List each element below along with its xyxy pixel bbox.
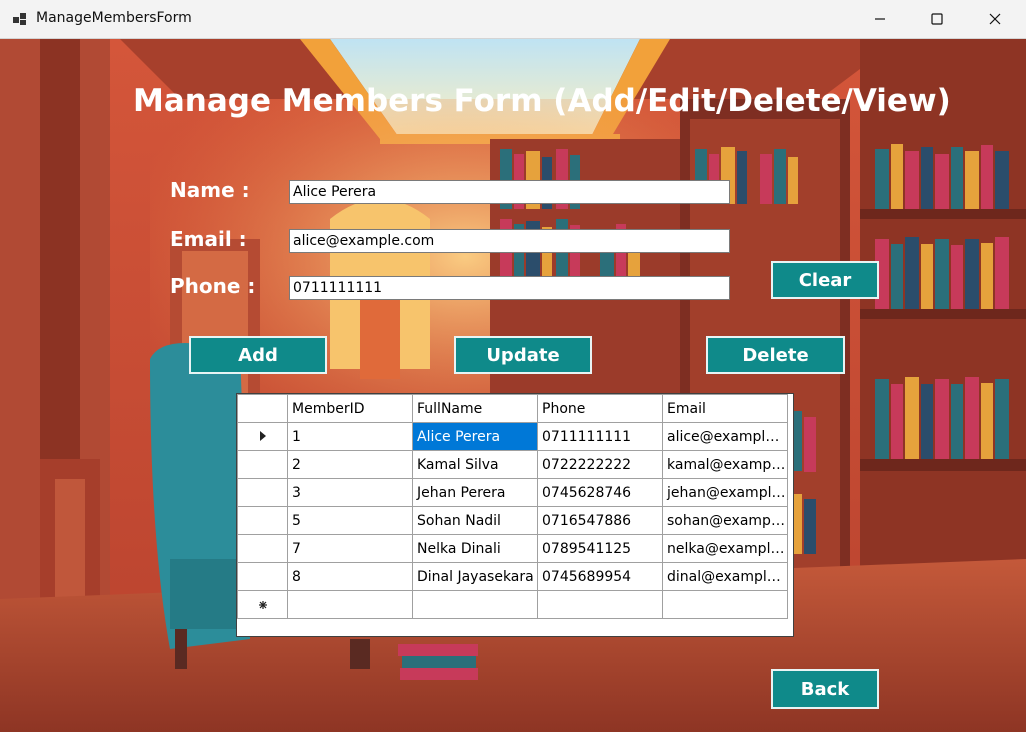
cell-memberid[interactable]: 2 xyxy=(287,450,413,479)
cell-fullname[interactable]: Nelka Dinali xyxy=(412,534,538,563)
row-header[interactable] xyxy=(237,562,288,591)
back-button[interactable]: Back xyxy=(771,669,879,709)
maximize-button[interactable] xyxy=(908,0,966,38)
table-row[interactable]: 1 Alice Perera 0711111111 alice@example.… xyxy=(237,422,788,451)
row-header[interactable] xyxy=(237,422,288,451)
cell-email[interactable]: kamal@example.com xyxy=(662,450,788,479)
new-cell-phone[interactable] xyxy=(537,590,663,619)
add-button[interactable]: Add xyxy=(189,336,327,374)
cell-phone[interactable]: 0716547886 xyxy=(537,506,663,535)
table-row[interactable]: 5 Sohan Nadil 0716547886 sohan@example.c… xyxy=(237,506,788,535)
cell-fullname[interactable]: Dinal Jayasekara xyxy=(412,562,538,591)
cell-phone[interactable]: 0722222222 xyxy=(537,450,663,479)
column-header-memberid[interactable]: MemberID xyxy=(287,394,413,423)
delete-button[interactable]: Delete xyxy=(706,336,845,374)
row-pointer-icon xyxy=(259,430,266,441)
table-row[interactable]: 8 Dinal Jayasekara 0745689954 dinal@exam… xyxy=(237,562,788,591)
close-icon xyxy=(989,13,1001,25)
members-grid[interactable]: MemberID FullName Phone Email 1 Alice Pe… xyxy=(236,393,794,637)
row-header[interactable] xyxy=(237,590,288,619)
row-header-corner[interactable] xyxy=(237,394,288,423)
cell-phone[interactable]: 0789541125 xyxy=(537,534,663,563)
cell-email[interactable]: alice@example.com xyxy=(662,422,788,451)
row-header[interactable] xyxy=(237,478,288,507)
row-header[interactable] xyxy=(237,450,288,479)
window-title: ManageMembersForm xyxy=(36,10,192,26)
name-input[interactable] xyxy=(289,180,730,204)
cell-memberid[interactable]: 1 xyxy=(287,422,413,451)
table-row[interactable]: 2 Kamal Silva 0722222222 kamal@example.c… xyxy=(237,450,788,479)
phone-input[interactable] xyxy=(289,276,730,300)
name-label: Name : xyxy=(170,178,250,202)
cell-fullname[interactable]: Kamal Silva xyxy=(412,450,538,479)
cell-email[interactable]: nelka@example.com xyxy=(662,534,788,563)
row-header[interactable] xyxy=(237,506,288,535)
table-row[interactable]: 7 Nelka Dinali 0789541125 nelka@example.… xyxy=(237,534,788,563)
phone-label: Phone : xyxy=(170,274,256,298)
window-titlebar: ManageMembersForm xyxy=(0,0,1026,39)
new-row[interactable] xyxy=(237,590,788,619)
cell-memberid[interactable]: 8 xyxy=(287,562,413,591)
new-row-asterisk-icon xyxy=(258,600,267,609)
column-header-phone[interactable]: Phone xyxy=(537,394,663,423)
new-cell-fullname[interactable] xyxy=(412,590,538,619)
cell-email[interactable]: sohan@example.com xyxy=(662,506,788,535)
cell-phone[interactable]: 0745628746 xyxy=(537,478,663,507)
column-header-email[interactable]: Email xyxy=(662,394,788,423)
cell-phone[interactable]: 0745689954 xyxy=(537,562,663,591)
email-input[interactable] xyxy=(289,229,730,253)
cell-phone[interactable]: 0711111111 xyxy=(537,422,663,451)
cell-memberid[interactable]: 7 xyxy=(287,534,413,563)
minimize-icon xyxy=(875,18,885,20)
cell-email[interactable]: jehan@example.com xyxy=(662,478,788,507)
form-client-area: Manage Members Form (Add/Edit/Delete/Vie… xyxy=(0,39,1026,732)
clear-button[interactable]: Clear xyxy=(771,261,879,299)
cell-email[interactable]: dinal@example.com xyxy=(662,562,788,591)
row-header[interactable] xyxy=(237,534,288,563)
cell-memberid[interactable]: 3 xyxy=(287,478,413,507)
maximize-icon xyxy=(931,13,943,25)
new-cell-email[interactable] xyxy=(662,590,788,619)
cell-fullname[interactable]: Alice Perera xyxy=(412,422,538,451)
page-title: Manage Members Form (Add/Edit/Delete/Vie… xyxy=(133,83,951,119)
close-button[interactable] xyxy=(966,0,1024,38)
app-icon xyxy=(13,13,26,25)
new-cell-memberid[interactable] xyxy=(287,590,413,619)
grid-header-row: MemberID FullName Phone Email xyxy=(237,394,788,423)
email-label: Email : xyxy=(170,227,247,251)
cell-fullname[interactable]: Jehan Perera xyxy=(412,478,538,507)
members-table: MemberID FullName Phone Email 1 Alice Pe… xyxy=(237,394,788,619)
cell-memberid[interactable]: 5 xyxy=(287,506,413,535)
cell-fullname[interactable]: Sohan Nadil xyxy=(412,506,538,535)
update-button[interactable]: Update xyxy=(454,336,592,374)
table-row[interactable]: 3 Jehan Perera 0745628746 jehan@example.… xyxy=(237,478,788,507)
column-header-fullname[interactable]: FullName xyxy=(412,394,538,423)
minimize-button[interactable] xyxy=(851,0,909,38)
